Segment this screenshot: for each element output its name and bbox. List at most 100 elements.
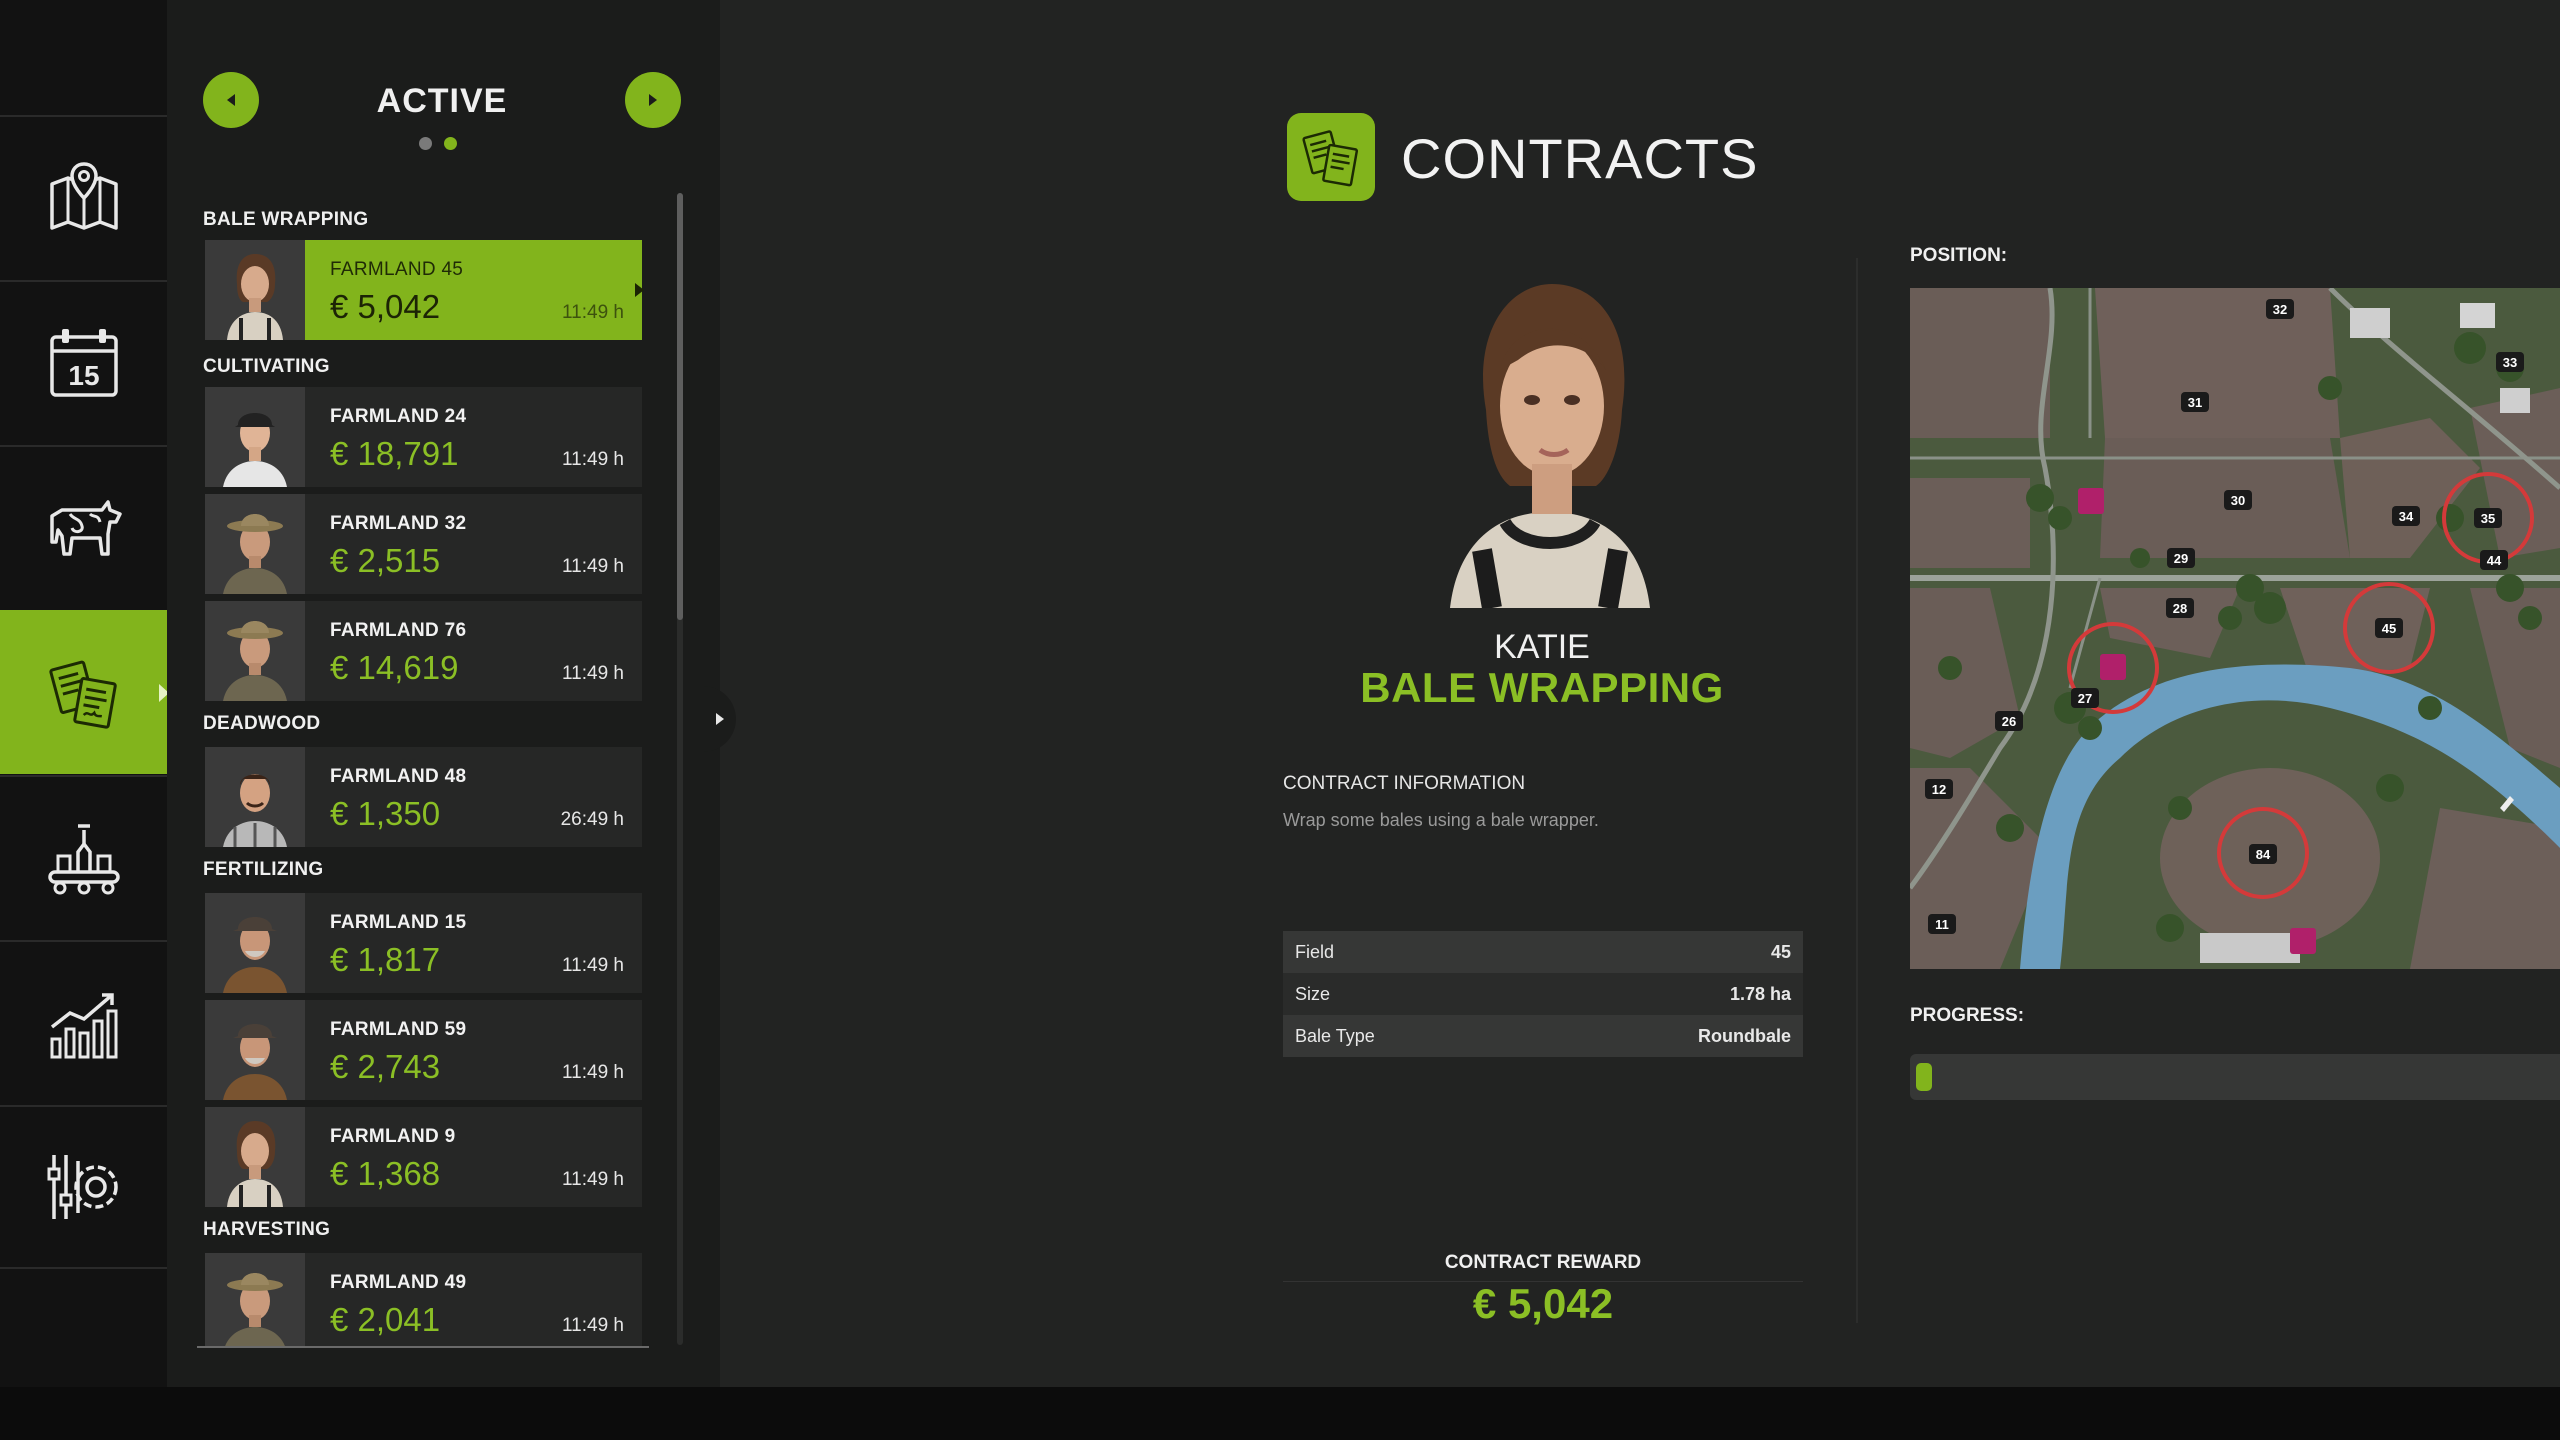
list-scrollbar[interactable]	[677, 193, 683, 1345]
page-indicator	[419, 137, 457, 150]
contract-price: € 5,042	[330, 288, 441, 325]
contract-price: € 2,743	[330, 1048, 441, 1085]
calendar-day: 15	[68, 360, 99, 391]
contract-card[interactable]: FARMLAND 15 € 1,817 11:49 h	[205, 893, 642, 993]
svg-text:29: 29	[2174, 551, 2188, 566]
contract-price: € 1,350	[330, 795, 441, 832]
contract-card[interactable]: FARMLAND 45 € 5,042 11:49 h	[205, 240, 644, 340]
position-map[interactable]: 32 33 31 30 34 35 44 29 28 45 27 26 12 8…	[1910, 288, 2560, 969]
chart-icon	[50, 993, 117, 1059]
contract-card[interactable]: FARMLAND 24 € 18,791 11:49 h	[205, 387, 642, 487]
category-label: CULTIVATING	[203, 356, 330, 377]
contract-card[interactable]: FARMLAND 48 € 1,350 26:49 h	[205, 747, 642, 847]
progress-fill	[1916, 1063, 1932, 1091]
field-label-12: 12	[1925, 779, 1953, 799]
field-label-44: 44	[2480, 550, 2508, 570]
farmland-name: FARMLAND 9	[330, 1126, 456, 1147]
contract-card[interactable]: FARMLAND 9 € 1,368 11:49 h	[205, 1107, 642, 1207]
sell-point-icon	[2100, 654, 2126, 680]
npc-portrait	[205, 1253, 305, 1346]
menu-settings[interactable]	[0, 1105, 167, 1269]
menu-map[interactable]	[0, 115, 167, 279]
contract-time: 11:49 h	[562, 302, 624, 323]
svg-text:26: 26	[2002, 714, 2016, 729]
contract-time: 11:49 h	[562, 955, 624, 976]
contract-info-description: Wrap some bales using a bale wrapper.	[1283, 810, 1599, 830]
svg-text:84: 84	[2256, 847, 2271, 862]
svg-text:12: 12	[1932, 782, 1946, 797]
page-title: CONTRACTS	[1401, 127, 1759, 190]
selected-arrow-icon	[635, 283, 644, 297]
contract-price: € 14,619	[330, 649, 459, 686]
contract-price: € 1,817	[330, 941, 441, 978]
contract-price: € 2,041	[330, 1301, 441, 1338]
npc-portrait	[205, 240, 305, 340]
next-page-button[interactable]	[625, 72, 681, 128]
svg-text:31: 31	[2188, 395, 2202, 410]
contract-card[interactable]: FARMLAND 32 € 2,515 11:49 h	[205, 494, 642, 594]
settings-icon	[47, 1155, 118, 1219]
category-label: FERTILIZING	[203, 859, 324, 880]
menu-contracts[interactable]	[0, 610, 169, 774]
field-label-11: 11	[1928, 914, 1956, 934]
menu-statistics[interactable]	[0, 940, 167, 1104]
svg-text:35: 35	[2481, 511, 2495, 526]
scrollbar-thumb[interactable]	[677, 193, 683, 620]
prev-page-button[interactable]	[203, 72, 259, 128]
contract-card[interactable]: FARMLAND 76 € 14,619 11:49 h	[205, 601, 642, 701]
svg-text:30: 30	[2231, 493, 2245, 508]
contract-time: 11:49 h	[562, 663, 624, 684]
table-row: Size 1.78 ha	[1283, 973, 1803, 1015]
contract-price: € 1,368	[330, 1155, 441, 1192]
contracts-header-icon	[1287, 113, 1375, 201]
npc-portrait	[205, 387, 305, 487]
arrow-right-icon	[716, 713, 724, 725]
list-divider	[197, 1346, 649, 1348]
row-value: 1.78 ha	[1729, 983, 1791, 1004]
bottom-bar	[0, 1387, 2560, 1440]
menu-production[interactable]	[0, 775, 167, 939]
contract-reward-label: CONTRACT REWARD	[1444, 1252, 1642, 1273]
column-divider	[1856, 258, 1858, 1323]
svg-text:44: 44	[2487, 553, 2502, 568]
contract-details-table: Field 45 Size 1.78 ha Bale Type Roundbal…	[1283, 931, 1803, 1057]
arrow-right-icon	[649, 94, 657, 106]
category-label: BALE WRAPPING	[203, 209, 369, 230]
contract-card[interactable]: FARMLAND 49 € 2,041 11:49 h	[205, 1253, 642, 1346]
field-label-31: 31	[2181, 392, 2209, 412]
npc-name: KATIE	[1494, 628, 1590, 666]
collapse-panel-button[interactable]	[700, 686, 736, 752]
npc-portrait	[205, 893, 305, 993]
position-label: POSITION:	[1910, 245, 2008, 266]
row-value: Roundbale	[1698, 1025, 1791, 1046]
page-dot[interactable]	[419, 137, 432, 150]
field-label-30: 30	[2224, 490, 2252, 510]
cow-icon	[49, 500, 122, 556]
npc-portrait	[205, 747, 305, 847]
row-label: Field	[1295, 941, 1335, 962]
contract-card[interactable]: FARMLAND 59 € 2,743 11:49 h	[205, 1000, 642, 1100]
farmland-name: FARMLAND 15	[330, 912, 467, 933]
field-label-34: 34	[2392, 506, 2420, 526]
contract-price: € 2,515	[330, 542, 441, 579]
contract-info-heading: CONTRACT INFORMATION	[1283, 773, 1526, 794]
svg-text:34: 34	[2399, 509, 2414, 524]
svg-text:28: 28	[2173, 601, 2187, 616]
contracts-icon	[48, 660, 117, 729]
npc-large-portrait	[1400, 250, 1700, 610]
field-label-29: 29	[2167, 548, 2195, 568]
field-label-32: 32	[2266, 299, 2294, 319]
contract-time: 11:49 h	[562, 449, 624, 470]
field-label-45: 45	[2375, 618, 2403, 638]
farmland-name: FARMLAND 59	[330, 1019, 467, 1040]
farmland-name: FARMLAND 48	[330, 766, 467, 787]
menu-calendar[interactable]: 15	[0, 280, 167, 444]
npc-portrait	[205, 1107, 305, 1207]
sell-point-icon	[2078, 488, 2104, 514]
category-label: HARVESTING	[203, 1219, 331, 1240]
farmland-name: FARMLAND 32	[330, 513, 467, 534]
page-dot-current[interactable]	[444, 137, 457, 150]
menu-animals[interactable]	[0, 445, 167, 609]
contract-price: € 18,791	[330, 435, 459, 472]
table-row: Bale Type Roundbale	[1283, 1015, 1803, 1057]
